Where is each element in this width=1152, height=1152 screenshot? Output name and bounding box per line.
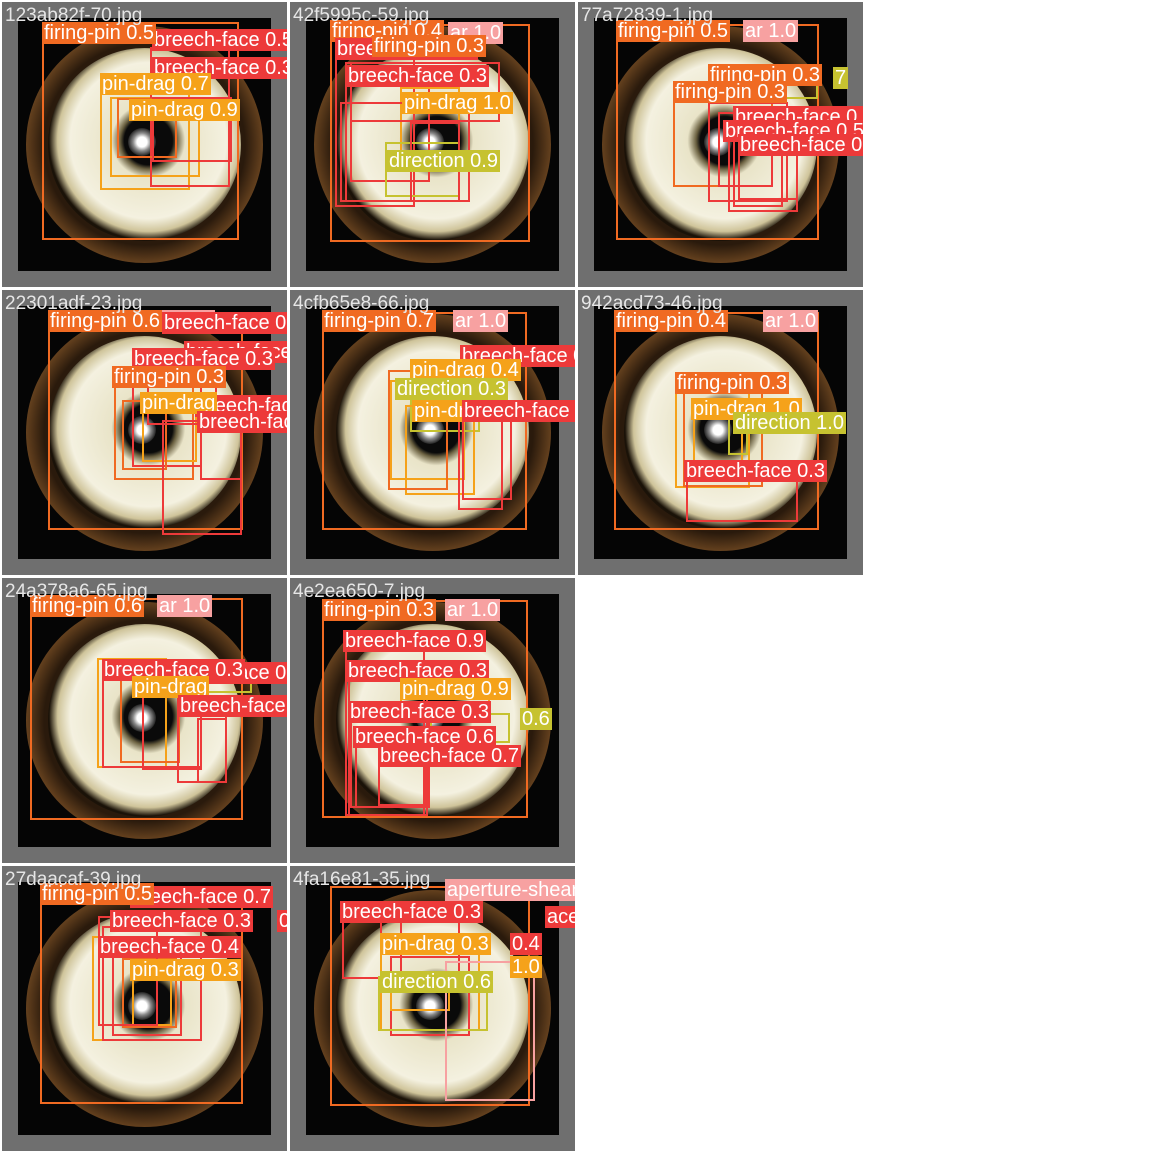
aperture-shear-label: ar 1.0 bbox=[763, 310, 819, 332]
detection-tile: 24a378a6-65.jpgar 1.0firing-pin 0.6breec… bbox=[2, 578, 287, 863]
aperture-shear-label: ar 1.0 bbox=[157, 595, 213, 617]
breech-face-label: breech-face 0.3 bbox=[197, 411, 287, 433]
direction-label: direction 0.3 bbox=[395, 378, 508, 400]
breech-face-label: breech-face 0.4 bbox=[738, 134, 863, 156]
direction-label: 0.6 bbox=[520, 708, 552, 730]
image-filename: 77a72839-1.jpg bbox=[581, 5, 714, 26]
pin-drag-label: pin-drag 0.3 bbox=[380, 933, 491, 955]
breech-face-label: breech-face 0.4 bbox=[162, 312, 287, 334]
detection-tile: 4cfb65e8-66.jpg ar 1.0 firing-pin 0.7 breec… bbox=[290, 290, 575, 575]
breech-face-label: breech-face 0.9 bbox=[343, 630, 486, 652]
pin-drag-label: pin-drag 0.9 bbox=[129, 99, 240, 121]
image-filename: 42f5995c-59.jpg bbox=[293, 5, 430, 26]
image-filename: 27daacaf-39.jpg bbox=[5, 869, 142, 890]
breech-face-label: breech-face 0.3 bbox=[684, 460, 827, 482]
firing-pin-label: firing-pin 0.3 bbox=[112, 366, 227, 388]
image-filename: 4cfb65e8-66.jpg bbox=[293, 293, 430, 314]
direction-label: direction 1.0 bbox=[733, 412, 846, 434]
breech-face-label: breech-face 0.5 bbox=[152, 29, 287, 51]
aperture-shear-label: ar 1.0 bbox=[453, 310, 509, 332]
pin-drag-label: pin-drag 0.9 bbox=[400, 678, 511, 700]
breech-face-label: breech-face 0.3 bbox=[340, 901, 483, 923]
firing-pin-label: firing-pin 0.3 bbox=[322, 599, 437, 621]
detection-tile: 942acd73-46.jpg ar 1.0 firing-pin 0.4 firin… bbox=[578, 290, 863, 575]
detection-tile: 22301adf-23.jpgar 1.0firing-pin 0.6breec… bbox=[2, 290, 287, 575]
breech-face-label: breech-face 0.4 bbox=[98, 936, 241, 958]
pin-drag-label: pin-drag 0.3 bbox=[130, 959, 241, 981]
pin-drag-label: 1.0 bbox=[510, 956, 542, 978]
image-filename: 4e2ea650-7.jpg bbox=[293, 581, 426, 602]
direction-label: direction 0.9 bbox=[387, 150, 500, 172]
firing-pin-label: firing-pin 0.3 bbox=[673, 81, 788, 103]
detection-tile: 27daacaf-39.jpg breech-face 0.7 firing-pin… bbox=[2, 866, 287, 1151]
breech-face-label: 0.4 bbox=[510, 933, 542, 955]
image-filename: 942acd73-46.jpg bbox=[581, 293, 723, 314]
breech-face-label: breech-face 0.4 bbox=[178, 695, 287, 717]
image-filename: 4fa16e81-35.jpg bbox=[293, 869, 431, 890]
aperture-shear-label: aperture-shear 0.6 bbox=[445, 879, 575, 901]
detection-tile: 77a72839-1.jpg ar 1.0 firing-pin 0.5 7 firin… bbox=[578, 2, 863, 287]
breech-face-label: ace 0.4 bbox=[545, 906, 575, 928]
pin-drag-label: pin-drag 1.0 bbox=[402, 92, 513, 114]
detection-tile: 42f5995c-59.jpg ar 1.0 firing-pin 0.4 breec… bbox=[290, 2, 575, 287]
breech-face-label: breech-face 0.7 bbox=[378, 745, 521, 767]
image-filename: 123ab82f-70.jpg bbox=[5, 5, 143, 26]
image-filename: 22301adf-23.jpg bbox=[5, 293, 143, 314]
aperture-shear-label: ar 1.0 bbox=[743, 20, 799, 42]
direction-label: direction 0.6 bbox=[380, 971, 493, 993]
image-filename: 24a378a6-65.jpg bbox=[5, 581, 148, 602]
firing-pin-label: firing-pin 0.3 bbox=[372, 35, 487, 57]
breech-face-bounding-box bbox=[458, 410, 503, 510]
firing-pin-label: firing-pin 0.3 bbox=[675, 372, 790, 394]
breech-face-bounding-box bbox=[197, 718, 227, 783]
direction-label: 7 bbox=[833, 67, 849, 89]
breech-face-label: breech-face 0.3 bbox=[110, 910, 253, 932]
breech-face-label: breech-face 0.3 bbox=[348, 701, 491, 723]
breech-face-label: 0.3 bbox=[277, 910, 287, 932]
aperture-shear-label: ar 1.0 bbox=[445, 599, 501, 621]
detection-tile: 123ab82f-70.jpg breech-face 0.5 breech-fac… bbox=[2, 2, 287, 287]
breech-face-label: breech-face 0.4 bbox=[462, 400, 575, 422]
breech-face-label: breech-face 0.3 bbox=[346, 65, 489, 87]
detection-tile: 4fa16e81-35.jpg aperture-shear 0.6breech-… bbox=[290, 866, 575, 1151]
detection-tile: 4e2ea650-7.jpg ar 1.0 firing-pin 0.3 breech… bbox=[290, 578, 575, 863]
pin-drag-label: pin-drag 0.7 bbox=[100, 73, 211, 95]
